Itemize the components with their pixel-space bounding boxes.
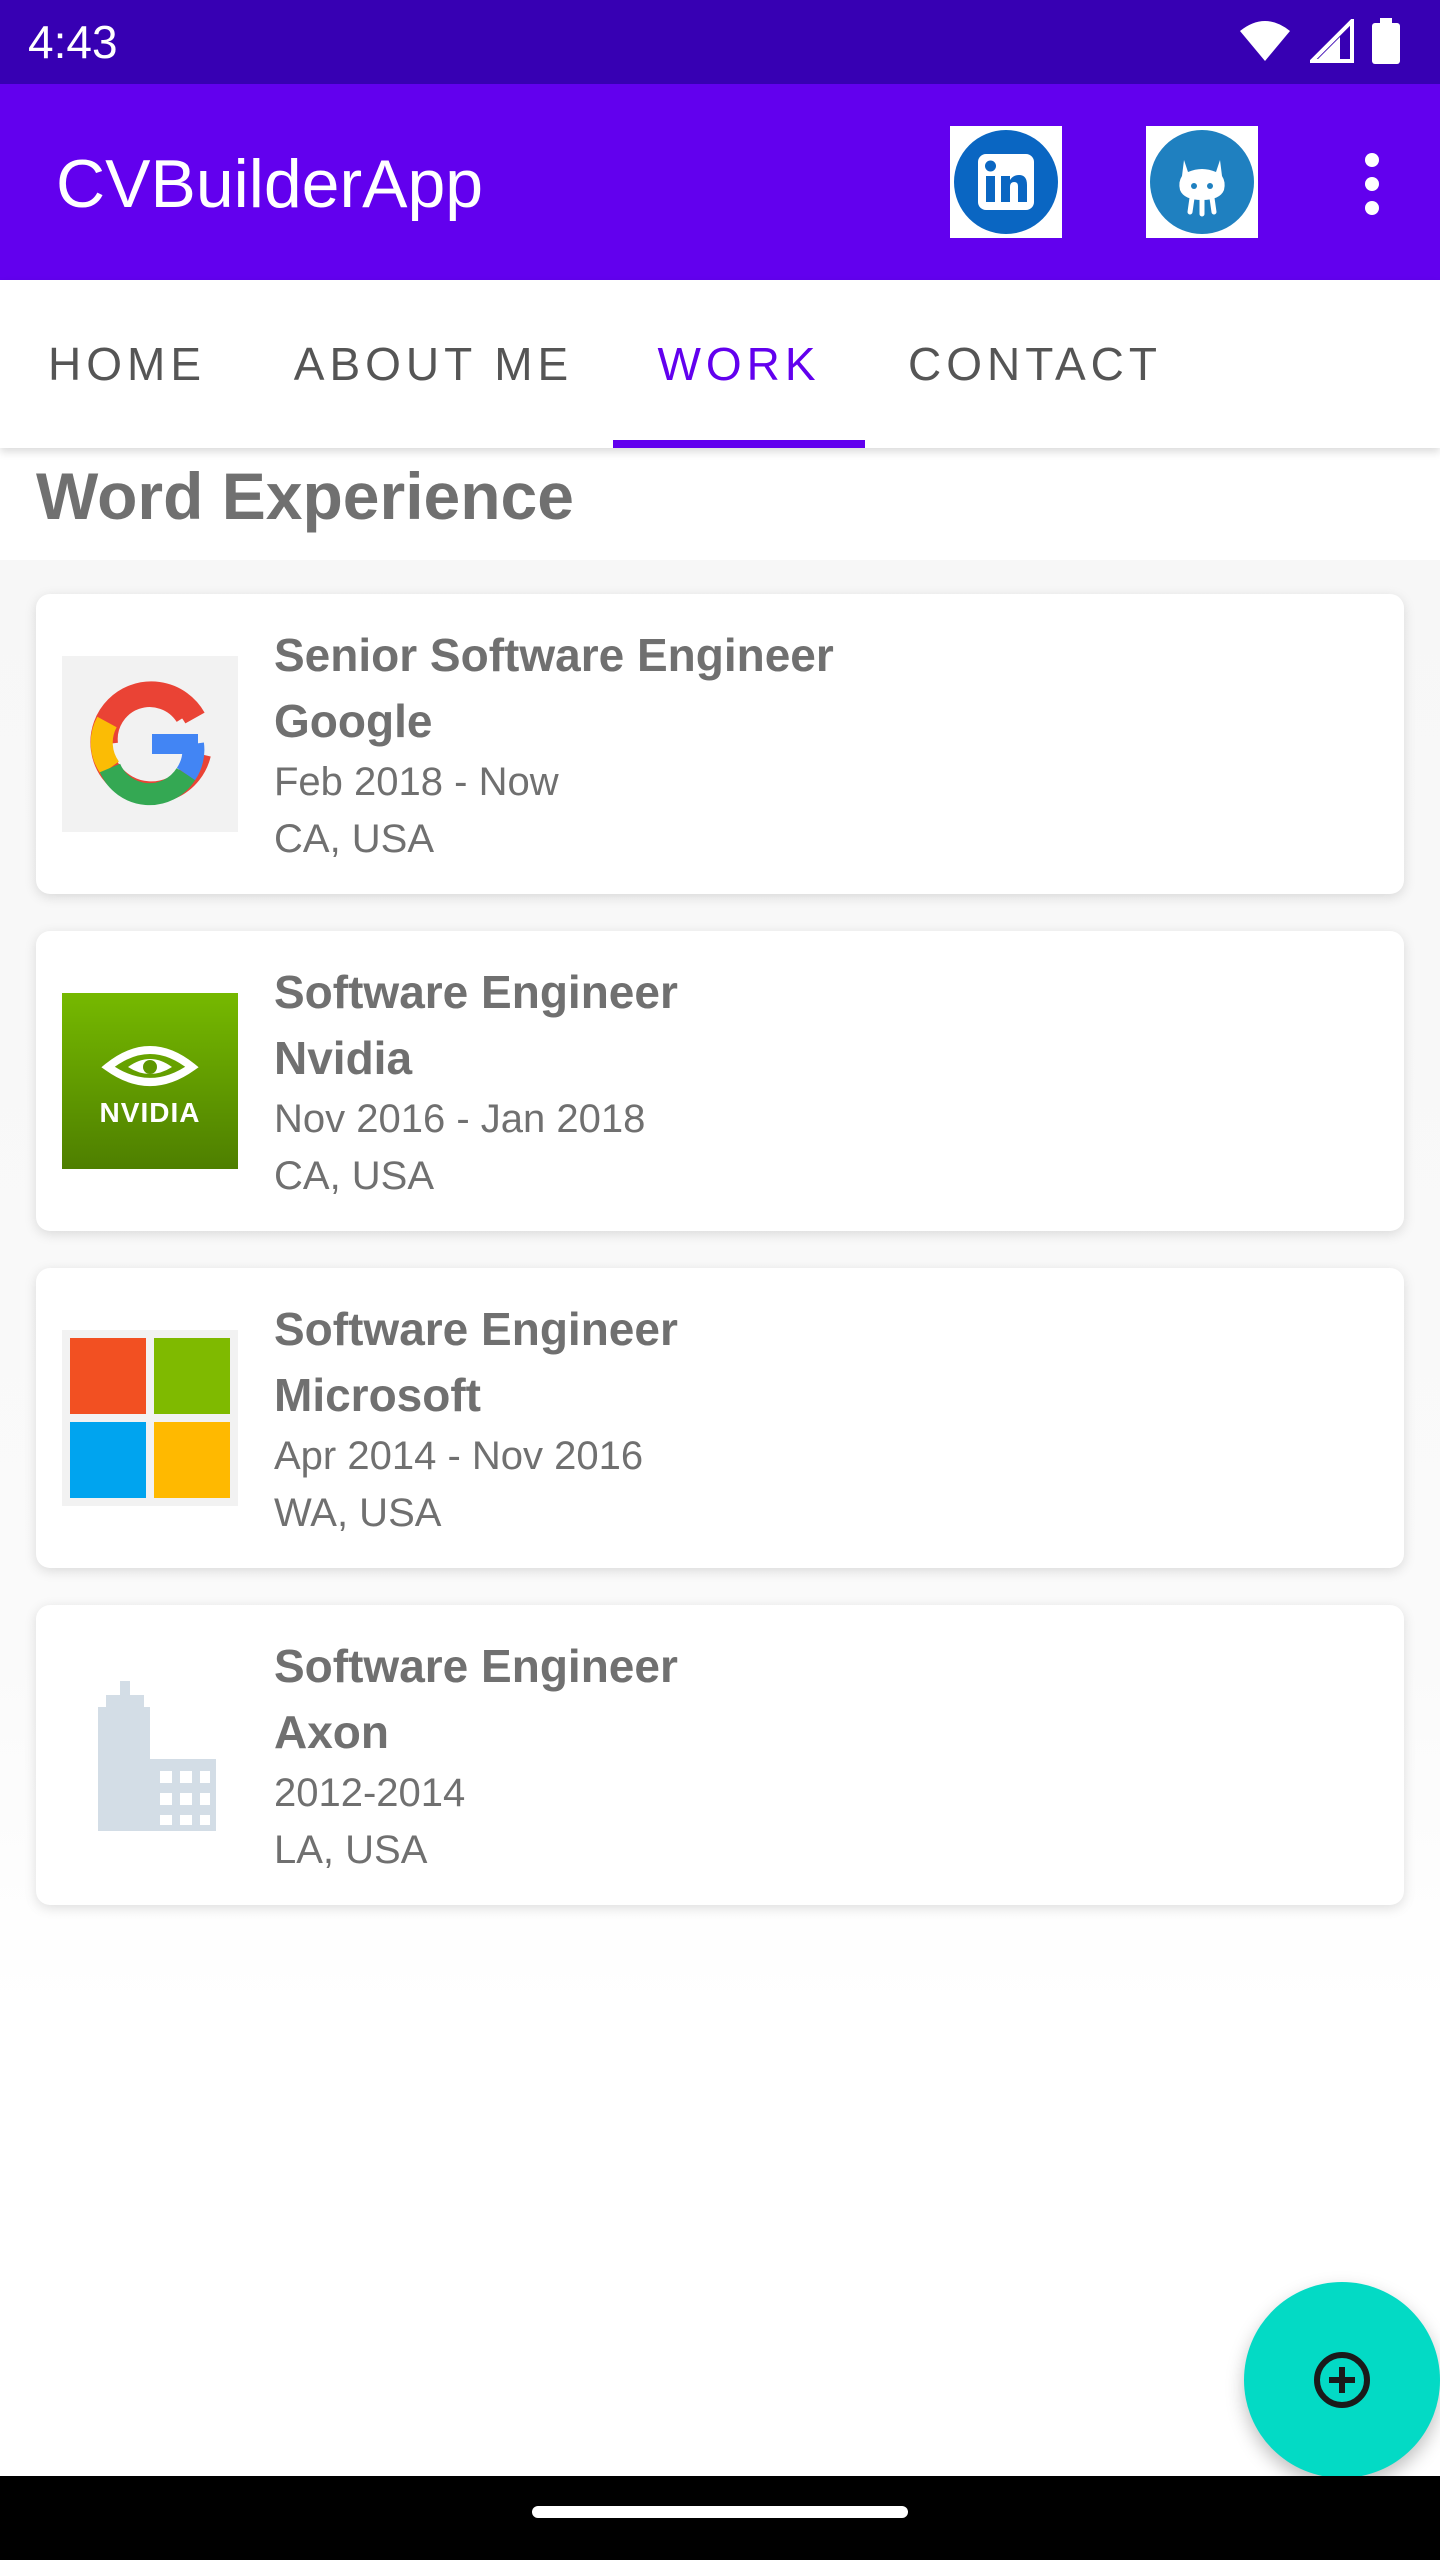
job-company: Axon	[274, 1706, 389, 1758]
cell-signal-icon	[1307, 16, 1354, 68]
job-location: CA, USA	[274, 817, 435, 861]
job-role: Software Engineer	[274, 1640, 678, 1692]
status-time: 4:43	[28, 16, 118, 68]
job-company: Nvidia	[274, 1032, 413, 1084]
job-dates: Nov 2016 - Jan 2018	[274, 1097, 646, 1141]
nvidia-logo: NVIDIA	[62, 993, 238, 1169]
app-bar: CVBuilderApp	[0, 84, 1440, 280]
github-button[interactable]	[1146, 126, 1258, 238]
job-details: Software Engineer Microsoft Apr 2014 - N…	[274, 1296, 1374, 1542]
app-title: CVBuilderApp	[56, 146, 484, 222]
job-card-google[interactable]: Senior Software Engineer Google Feb 2018…	[36, 594, 1404, 894]
tab-bar: Home About Me Work Contact	[0, 280, 1440, 448]
building-icon	[62, 1667, 238, 1843]
nvidia-logo-text: NVIDIA	[99, 1097, 201, 1128]
more-vert-icon[interactable]	[1348, 152, 1396, 216]
microsoft-logo	[62, 1330, 238, 1506]
github-icon	[1150, 130, 1254, 234]
job-company: Google	[274, 695, 433, 747]
job-role: Software Engineer	[274, 1303, 678, 1355]
tab-about-me[interactable]: About Me	[254, 280, 613, 448]
job-location: CA, USA	[274, 1154, 435, 1198]
status-bar: 4:43	[0, 0, 1440, 84]
add-button[interactable]	[1244, 2282, 1440, 2478]
google-logo	[62, 656, 238, 832]
linkedin-button[interactable]	[950, 126, 1062, 238]
job-dates: Apr 2014 - Nov 2016	[274, 1434, 644, 1478]
job-details: Software Engineer Nvidia Nov 2016 - Jan …	[274, 959, 1374, 1205]
home-handle[interactable]	[532, 2506, 908, 2518]
tab-contact[interactable]: Contact	[865, 280, 1205, 448]
job-card-nvidia[interactable]: NVIDIA Software Engineer Nvidia Nov 2016…	[36, 931, 1404, 1231]
add-circle-icon	[1314, 2352, 1370, 2408]
job-card-axon[interactable]: Software Engineer Axon 2012-2014 LA, USA	[36, 1605, 1404, 1905]
section-title: Word Experience	[36, 459, 574, 533]
wifi-icon	[1238, 19, 1292, 68]
tab-indicator	[613, 440, 865, 448]
job-card-microsoft[interactable]: Software Engineer Microsoft Apr 2014 - N…	[36, 1268, 1404, 1568]
system-nav-bar	[0, 2476, 1440, 2560]
job-company: Microsoft	[274, 1369, 481, 1421]
job-role: Senior Software Engineer	[274, 629, 834, 681]
tab-work[interactable]: Work	[613, 280, 865, 448]
job-location: WA, USA	[274, 1491, 442, 1535]
status-icons	[1220, 16, 1400, 69]
job-dates: 2012-2014	[274, 1771, 466, 1815]
job-role: Software Engineer	[274, 966, 678, 1018]
linkedin-icon	[954, 130, 1058, 234]
tab-home[interactable]: Home	[0, 280, 254, 448]
job-location: LA, USA	[274, 1828, 428, 1872]
job-details: Senior Software Engineer Google Feb 2018…	[274, 622, 1374, 868]
job-dates: Feb 2018 - Now	[274, 760, 559, 804]
battery-icon	[1372, 18, 1400, 69]
job-details: Software Engineer Axon 2012-2014 LA, USA	[274, 1633, 1374, 1879]
